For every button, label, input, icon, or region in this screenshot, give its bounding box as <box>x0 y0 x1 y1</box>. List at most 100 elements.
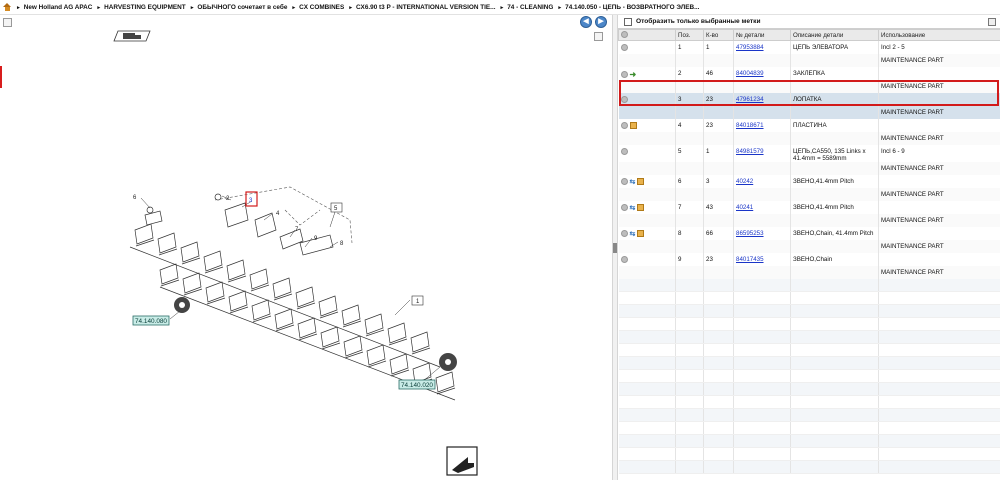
navigate-next-diagram-icon[interactable] <box>446 446 478 476</box>
cell-usage <box>878 174 1000 188</box>
diagram-badge-icon <box>113 30 151 42</box>
table-row[interactable]: 5 1 84981579 ЦЕПЬ,CA550, 135 Links x 41.4mm … <box>618 144 1000 162</box>
part-number-link[interactable]: 86595253 <box>736 230 764 237</box>
breadcrumb-item[interactable]: ► 74 - CLEANING <box>500 4 554 11</box>
table-row[interactable]: ⇆ 7 43 40241 ЗВЕНО,41.4mm Pitch <box>618 200 1000 214</box>
ref-box-74-140-020[interactable]: 74.140.020 <box>398 379 436 390</box>
table-row[interactable]: 3 23 47961234 ЛОПАТКА <box>618 92 1000 106</box>
empty-row <box>618 369 1000 383</box>
empty-row <box>618 460 1000 474</box>
splitter-handle[interactable] <box>613 243 617 253</box>
row-select-icon[interactable] <box>620 44 628 51</box>
cell-usage <box>878 66 1000 80</box>
empty-row <box>618 395 1000 409</box>
row-select-icon[interactable] <box>620 255 628 263</box>
table-row-detail: MAINTENANCE PART <box>618 265 1000 279</box>
breadcrumb-label: ОБЫЧНОГО сочетает в себе <box>197 3 288 11</box>
part-number-link[interactable]: 84981579 <box>736 148 764 155</box>
swap-icon[interactable]: ⇆ <box>630 230 636 238</box>
filter-bar: Отобразить только выбранные метки <box>618 15 1000 29</box>
header-usage[interactable]: Использование <box>878 29 1000 41</box>
breadcrumb-item[interactable]: ► New Holland AG APAC <box>16 4 92 11</box>
breadcrumb-label: CX6.90 t3 P - INTERNATIONAL VERSION TIE.… <box>355 3 496 11</box>
desc-text: ЦЕПЬ,CA550, 135 Links x <box>793 147 866 155</box>
cell-pos: 6 <box>675 174 704 188</box>
header-icons <box>618 29 676 41</box>
show-selected-only-checkbox[interactable] <box>624 17 632 26</box>
header-desc[interactable]: Описание детали <box>790 29 879 41</box>
header-part[interactable]: № детали <box>733 29 791 41</box>
breadcrumb-item[interactable]: ► ОБЫЧНОГО сочетает в себе <box>190 4 288 11</box>
package-icon[interactable] <box>637 178 645 185</box>
package-icon[interactable] <box>637 204 645 211</box>
replacement-arrow-icon[interactable]: ➜ <box>630 70 637 79</box>
empty-row <box>618 356 1000 370</box>
table-row[interactable]: 9 23 84017435 ЗВЕНО,Chain <box>618 252 1000 266</box>
cell-desc: ЗВЕНО,41.4mm Pitch <box>790 174 879 188</box>
part-number-link[interactable]: 84004839 <box>736 70 764 77</box>
empty-row <box>618 317 1000 331</box>
table-row-detail: MAINTENANCE PART <box>618 161 1000 175</box>
cell-usage <box>878 92 1000 106</box>
breadcrumb-item[interactable]: ► HARVESTING EQUIPMENT <box>96 4 185 11</box>
part-number-link[interactable]: 84018671 <box>736 122 764 129</box>
cell-part: 47961234 <box>733 92 791 106</box>
cell-pos: 9 <box>675 252 704 266</box>
row-select-icon[interactable] <box>620 121 628 129</box>
row-select-icon[interactable] <box>620 95 628 103</box>
desc-text-cont: 41.4mm = 5589mm <box>793 154 847 162</box>
parts-table: Поз. К-во № детали Описание детали Испол… <box>618 29 1000 474</box>
package-icon[interactable] <box>629 121 637 129</box>
row-select-icon[interactable] <box>620 204 628 211</box>
home-icon[interactable] <box>3 2 12 12</box>
package-icon[interactable] <box>637 230 645 237</box>
swap-icon[interactable]: ⇆ <box>630 204 636 212</box>
table-row[interactable]: ⇆ 6 3 40242 ЗВЕНО,41.4mm Pitch <box>618 174 1000 188</box>
row-select-icon[interactable] <box>620 147 628 155</box>
cell-qty: 46 <box>703 66 734 80</box>
part-number-link[interactable]: 40241 <box>736 204 753 211</box>
cell-qty: 23 <box>703 92 734 106</box>
cell-usage <box>878 118 1000 132</box>
select-all-icon[interactable] <box>621 31 628 39</box>
row-select-icon[interactable] <box>620 178 628 185</box>
breadcrumb-label: CX COMBINES <box>299 3 345 11</box>
svg-text:74.140.080: 74.140.080 <box>135 318 167 325</box>
row-icons: ⇆ <box>618 174 676 188</box>
swap-icon[interactable]: ⇆ <box>630 178 636 186</box>
cell-maintenance: MAINTENANCE PART <box>878 187 1000 201</box>
row-select-icon[interactable] <box>620 230 628 237</box>
desc-text: ЛОПАТКА <box>793 95 822 103</box>
cell-pos: 5 <box>675 144 704 162</box>
cell-desc: ЗВЕНО,41.4mm Pitch <box>790 200 879 214</box>
row-icons: ➜ <box>618 66 676 80</box>
cell-qty: 43 <box>703 200 734 214</box>
table-row[interactable]: 1 1 47953884 ЦЕПЬ ЭЛЕВАТОРА Incl 2 - 5 <box>618 40 1000 54</box>
header-qty[interactable]: К-во <box>703 29 734 41</box>
breadcrumb-item[interactable]: ► CX COMBINES <box>291 4 344 11</box>
breadcrumb-label: New Holland AG APAC <box>23 3 93 11</box>
part-number-link[interactable]: 47961234 <box>736 96 764 103</box>
callout-6: 6 <box>133 195 137 201</box>
cell-maintenance: MAINTENANCE PART <box>878 213 1000 227</box>
desc-text: ЗВЕНО,Chain <box>793 255 833 263</box>
row-icons <box>618 40 676 54</box>
table-row-detail: MAINTENANCE PART <box>618 79 1000 93</box>
table-row[interactable]: ⇆ 8 66 86595253 ЗВЕНО,Chain, 41.4mm Pitch <box>618 226 1000 240</box>
breadcrumb-item[interactable]: ► 74.140.050 - ЦЕПЬ - ВОЗВРАТНОГО ЭЛЕВ..… <box>557 4 699 11</box>
cell-part: 47953884 <box>733 40 791 54</box>
ref-box-74-140-080[interactable]: 74.140.080 <box>132 315 170 326</box>
header-pos[interactable]: Поз. <box>675 29 704 41</box>
cell-maintenance: MAINTENANCE PART <box>878 53 1000 67</box>
table-row-detail: MAINTENANCE PART <box>618 239 1000 253</box>
row-select-icon[interactable] <box>620 70 628 78</box>
empty-row <box>618 421 1000 435</box>
part-number-link[interactable]: 84017435 <box>736 256 764 263</box>
part-number-link[interactable]: 47953884 <box>736 44 764 51</box>
panel-options-icon[interactable] <box>988 18 996 26</box>
breadcrumb-item[interactable]: ► CX6.90 t3 P - INTERNATIONAL VERSION TI… <box>348 4 495 11</box>
table-row[interactable]: ➜ 2 46 84004839 ЗАКЛЕПКА <box>618 66 1000 80</box>
cell-pos: 2 <box>675 66 704 80</box>
part-number-link[interactable]: 40242 <box>736 178 753 185</box>
table-row[interactable]: 4 23 84018671 ПЛАСТИНА <box>618 118 1000 132</box>
